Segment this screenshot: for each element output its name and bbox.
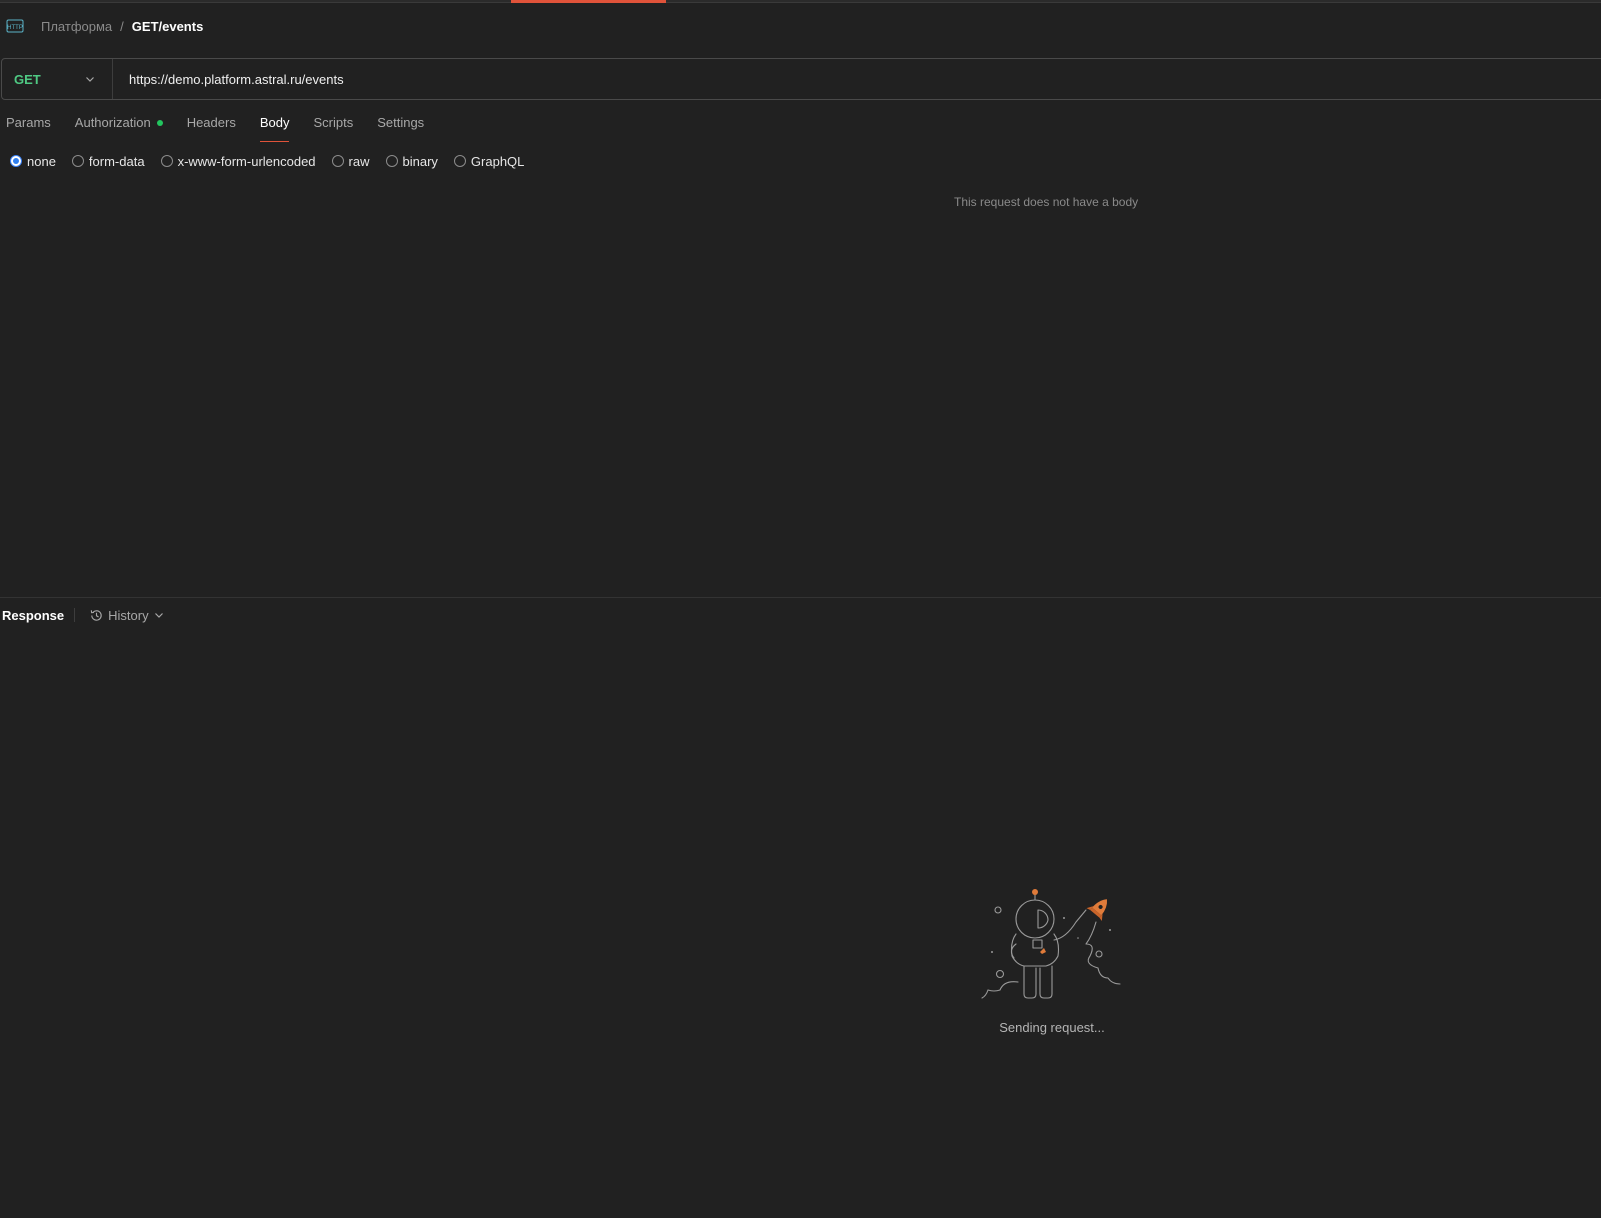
radio-label: form-data	[88, 153, 145, 169]
breadcrumb: HTTP Платформа / GET/events	[5, 15, 203, 37]
url-input[interactable]	[127, 70, 1527, 88]
astronaut-rocket-illustration	[981, 889, 1121, 999]
radio-button[interactable]	[331, 155, 344, 167]
tab-label: Params	[6, 115, 51, 130]
tab-authorization[interactable]: Authorization	[75, 114, 163, 142]
breadcrumb-separator: /	[120, 18, 124, 34]
tab-label: Body	[259, 115, 290, 130]
radio-label: none	[27, 153, 56, 169]
tab-label: Headers	[186, 115, 236, 130]
request-tabs: Params Authorization Headers Body Script…	[6, 114, 448, 142]
active-tab-indicator	[511, 0, 666, 3]
response-title: Response	[2, 607, 65, 623]
radio-button[interactable]	[71, 155, 84, 167]
radio-label: binary	[402, 153, 438, 169]
tab-params[interactable]: Params	[6, 114, 51, 142]
tab-label: Scripts	[313, 115, 354, 130]
header-divider	[74, 608, 76, 622]
tab-headers[interactable]: Headers	[187, 114, 236, 142]
body-type-urlencoded[interactable]: x-www-form-urlencoded	[160, 153, 316, 169]
body-type-raw[interactable]: raw	[331, 153, 370, 169]
radio-button[interactable]	[385, 155, 398, 167]
tab-settings[interactable]: Settings	[377, 114, 424, 142]
empty-body-message: This request does not have a body	[954, 195, 1139, 209]
tab-label: Authorization	[74, 115, 151, 130]
history-button[interactable]: History	[89, 608, 164, 623]
radio-button[interactable]	[10, 155, 22, 167]
response-header: Response History	[2, 605, 165, 625]
body-type-graphql[interactable]: GraphQL	[453, 153, 525, 169]
method-select[interactable]: GET	[2, 59, 113, 99]
svg-text:HTTP: HTTP	[7, 25, 23, 31]
auth-status-indicator	[156, 119, 163, 126]
method-label: GET	[14, 71, 41, 87]
history-icon	[90, 609, 102, 621]
body-type-radio-group: none form-data x-www-form-urlencoded raw…	[10, 151, 540, 171]
radio-label: GraphQL	[470, 153, 525, 169]
history-label: History	[108, 607, 149, 623]
breadcrumb-parent[interactable]: Платформа	[41, 19, 112, 34]
tab-label: Settings	[377, 115, 425, 130]
request-url-bar: GET	[1, 58, 1601, 100]
chevron-down-icon	[154, 613, 163, 618]
window-top-border	[0, 0, 1601, 3]
tab-scripts[interactable]: Scripts	[313, 114, 353, 142]
pane-divider[interactable]	[0, 597, 1601, 598]
radio-button[interactable]	[453, 155, 466, 167]
body-type-none[interactable]: none	[10, 154, 56, 169]
chevron-down-icon	[86, 77, 94, 82]
radio-label: raw	[348, 153, 370, 169]
radio-label: x-www-form-urlencoded	[177, 153, 316, 169]
breadcrumb-current[interactable]: GET/events	[132, 19, 204, 34]
tab-body[interactable]: Body	[259, 114, 290, 142]
http-icon: HTTP	[5, 16, 25, 36]
radio-button[interactable]	[160, 155, 173, 167]
sending-request-status: Sending request...	[999, 1020, 1105, 1035]
body-type-form-data[interactable]: form-data	[71, 153, 145, 169]
body-type-binary[interactable]: binary	[385, 153, 438, 169]
